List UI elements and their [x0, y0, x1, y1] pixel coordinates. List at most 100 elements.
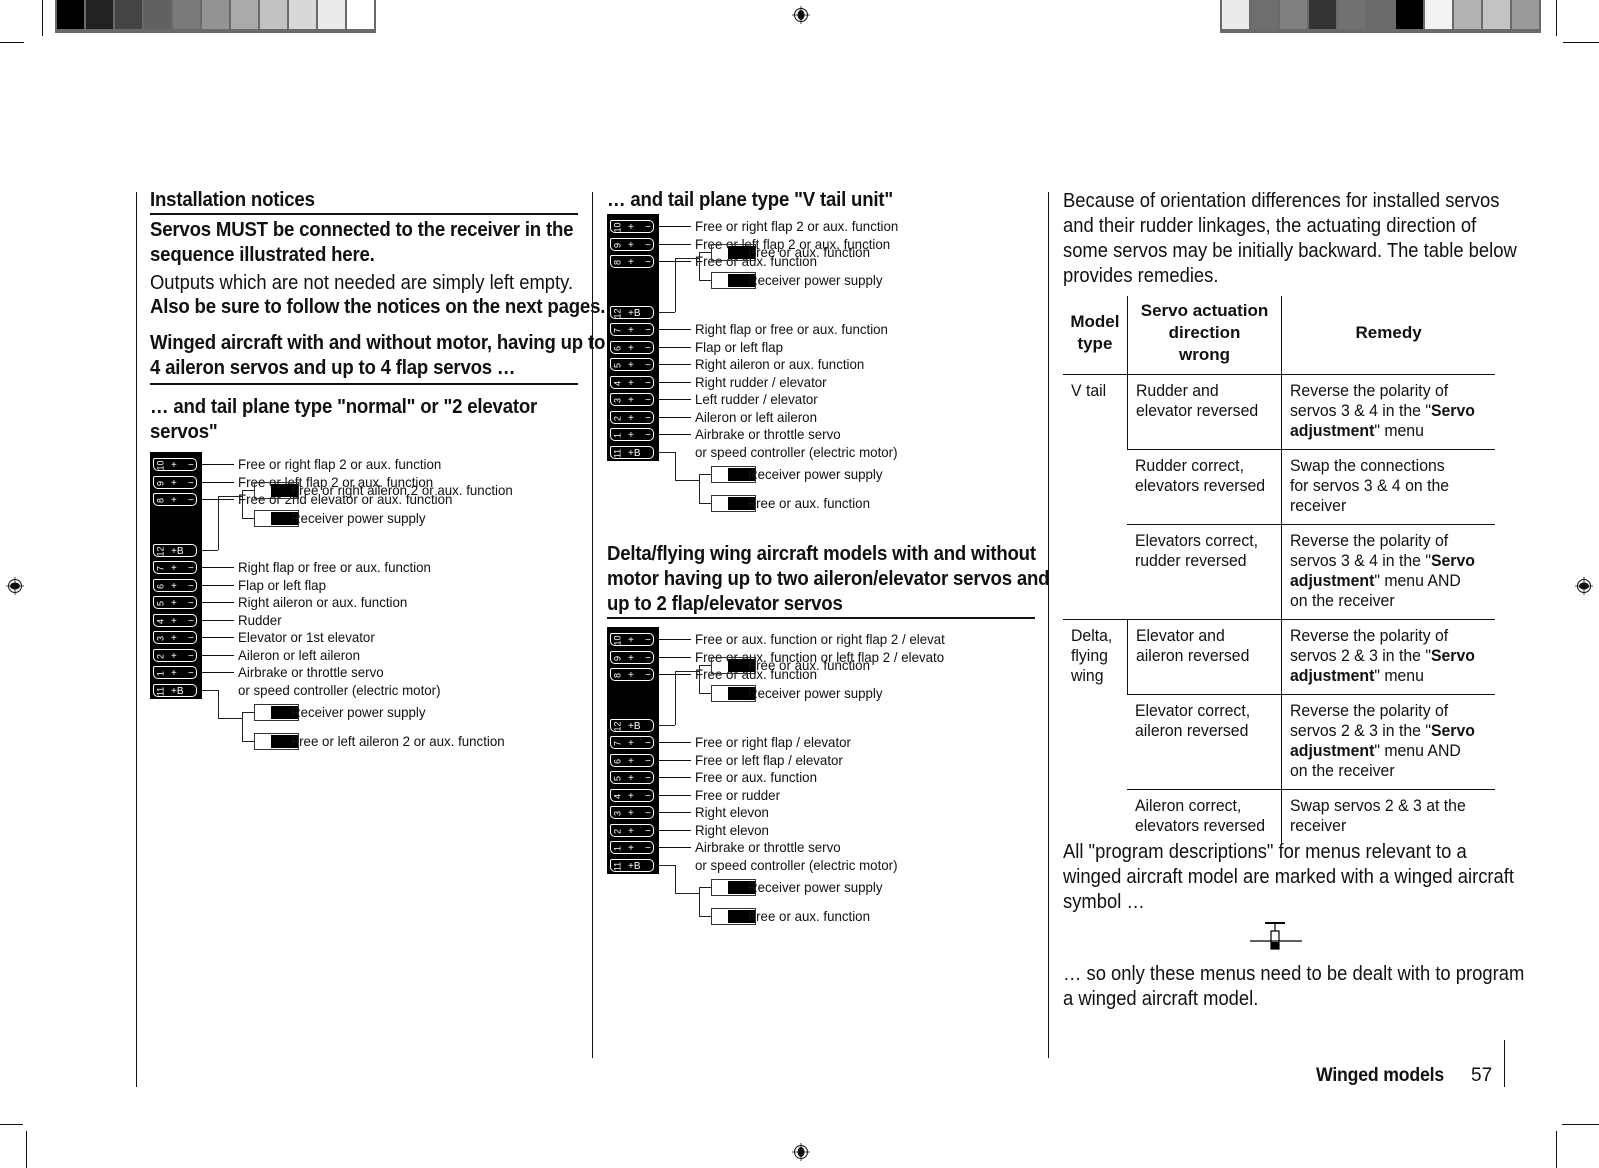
port-minus: −: [188, 668, 194, 680]
port-minus: −: [188, 598, 194, 610]
receiver-port-11: 11 +B: [153, 683, 197, 697]
winged-aircraft-symbol-icon: [1250, 922, 1302, 950]
table-row: Delta, flying wing Elevator and aileron rev…: [1063, 618, 1495, 844]
plug-label: Free or right aileron 2 or aux. function: [291, 481, 513, 498]
lead-line: [659, 656, 691, 658]
receiver-port-2: 2 + −: [610, 823, 654, 837]
port-label: Free or right flap 2 or aux. function: [695, 218, 899, 234]
lead-line: [202, 619, 234, 621]
table-row: Aileron correct, elevators reversed Swap …: [1063, 788, 1495, 844]
cable-line: [699, 664, 700, 693]
delta-heading-line3: up to 2 flap/elevator servos: [607, 593, 843, 615]
port-label: Right aileron or aux. function: [695, 356, 865, 373]
intro-line1: Because of orientation differences for i…: [1063, 190, 1500, 212]
port-number: 2: [612, 828, 623, 834]
cell-remedy: Reverse the polarity of servos 2 & 3 in t…: [1281, 693, 1495, 789]
cable-line: [218, 718, 242, 720]
port-label: Aileron or left aileron: [238, 646, 360, 663]
table-row: Elevators correct, rudder reversed Revers…: [1063, 523, 1495, 619]
column-divider: [592, 192, 593, 1058]
color-swatch: [289, 0, 316, 29]
port-number: 4: [155, 618, 166, 624]
receiver-port-7: 7 + −: [153, 561, 197, 575]
port-polarity: +: [628, 395, 634, 407]
cable-line: [699, 251, 700, 280]
lead-line: [202, 602, 234, 604]
receiver-port-5: 5 + −: [610, 358, 654, 372]
crop-mark: [1556, 0, 1557, 36]
cell-direction: Rudder and elevator reversed: [1126, 374, 1282, 449]
plug-label: Receiver power supply: [748, 465, 883, 482]
bold-notice-line1: Servos MUST be connected to the receiver…: [150, 219, 574, 241]
port-minus: −: [645, 670, 651, 681]
registration-mark-icon: [792, 6, 810, 24]
cable-line: [242, 711, 254, 713]
cell-remedy: Reverse the polarity of servos 3 & 4 in t…: [1281, 374, 1495, 449]
port-minus: −: [188, 615, 194, 627]
port-polarity: +: [628, 790, 634, 802]
receiver-port-5: 5 + −: [610, 771, 654, 785]
receiver-port-5: 5 + −: [153, 596, 197, 610]
cable-line: [659, 311, 675, 313]
port-number: 4: [612, 793, 623, 799]
color-calibration-bar-right: [1220, 0, 1541, 33]
receiver-port-3: 3 + −: [610, 393, 654, 407]
cable-line: [202, 549, 218, 551]
sub-heading-line2: servos": [150, 421, 218, 443]
port-label: Right flap or free or aux. function: [238, 559, 431, 576]
crop-mark: [0, 1124, 23, 1125]
receiver-port-2: 2 + −: [153, 648, 197, 662]
sub-heading-line1: … and tail plane type "normal" or "2 ele…: [150, 396, 538, 418]
remedy-table: Model type Servo actuation direction wrong …: [1063, 296, 1495, 844]
color-calibration-bar-left: [55, 0, 376, 33]
port-minus: −: [645, 430, 651, 442]
column-divider: [1504, 1040, 1505, 1087]
port-label: Right elevon: [695, 804, 769, 821]
cable-line: [659, 864, 675, 866]
cell-model-type: Delta, flying wing: [1063, 618, 1128, 844]
port-label: Airbrake or throttle servo: [695, 426, 841, 443]
port-number: 4: [612, 380, 623, 386]
cable-line: [699, 251, 711, 253]
color-swatch: [1338, 0, 1365, 29]
table-row: Rudder correct, elevators reversed Swap t…: [1063, 448, 1495, 524]
port-polarity: +: [171, 650, 177, 662]
header-model-type: Model type: [1063, 296, 1128, 375]
section-heading-line1: Winged aircraft with and without motor, …: [150, 332, 606, 354]
lead-line: [659, 243, 691, 245]
cell-model-type: V tail: [1071, 380, 1107, 400]
cable-line: [699, 502, 711, 504]
port-polarity: +: [171, 563, 177, 575]
plug-label: Receiver power supply: [748, 878, 883, 895]
port-polarity: +B: [628, 447, 641, 459]
port-minus: −: [188, 650, 194, 662]
cable-line: [242, 489, 243, 518]
port-number: 12: [612, 721, 623, 732]
receiver-port-1: 1 + −: [153, 666, 197, 680]
port-minus: −: [645, 412, 651, 424]
port-label: Right elevon: [695, 821, 769, 838]
cable-line: [242, 711, 243, 741]
color-swatch: [1280, 0, 1307, 29]
receiver-port-8: 8 + −: [610, 668, 654, 681]
port-minus: −: [645, 377, 651, 389]
color-swatch: [1309, 0, 1336, 29]
port-number: 5: [612, 363, 623, 369]
cable-line: [659, 451, 675, 453]
lead-line: [202, 464, 234, 465]
color-swatch: [1425, 0, 1452, 29]
registration-mark-icon: [1575, 577, 1593, 595]
page-number: 57: [1471, 1065, 1493, 1086]
crop-mark: [42, 0, 43, 36]
cable-line: [242, 740, 254, 742]
lead-line: [659, 364, 691, 366]
lead-line: [659, 742, 691, 744]
port-polarity: +: [171, 615, 177, 627]
lead-line: [659, 794, 691, 796]
receiver-block: 10 + −9 + −8 + −12 +B 7 + −6 + −5 + −4 + −3 + −2 + −1 + −11 +B: [150, 452, 202, 699]
receiver-port-8: 8 + −: [610, 255, 654, 268]
cable-line: [218, 689, 219, 719]
section-underline: [150, 383, 578, 385]
receiver-port-3: 3 + −: [153, 631, 197, 645]
lead-line: [659, 399, 691, 401]
